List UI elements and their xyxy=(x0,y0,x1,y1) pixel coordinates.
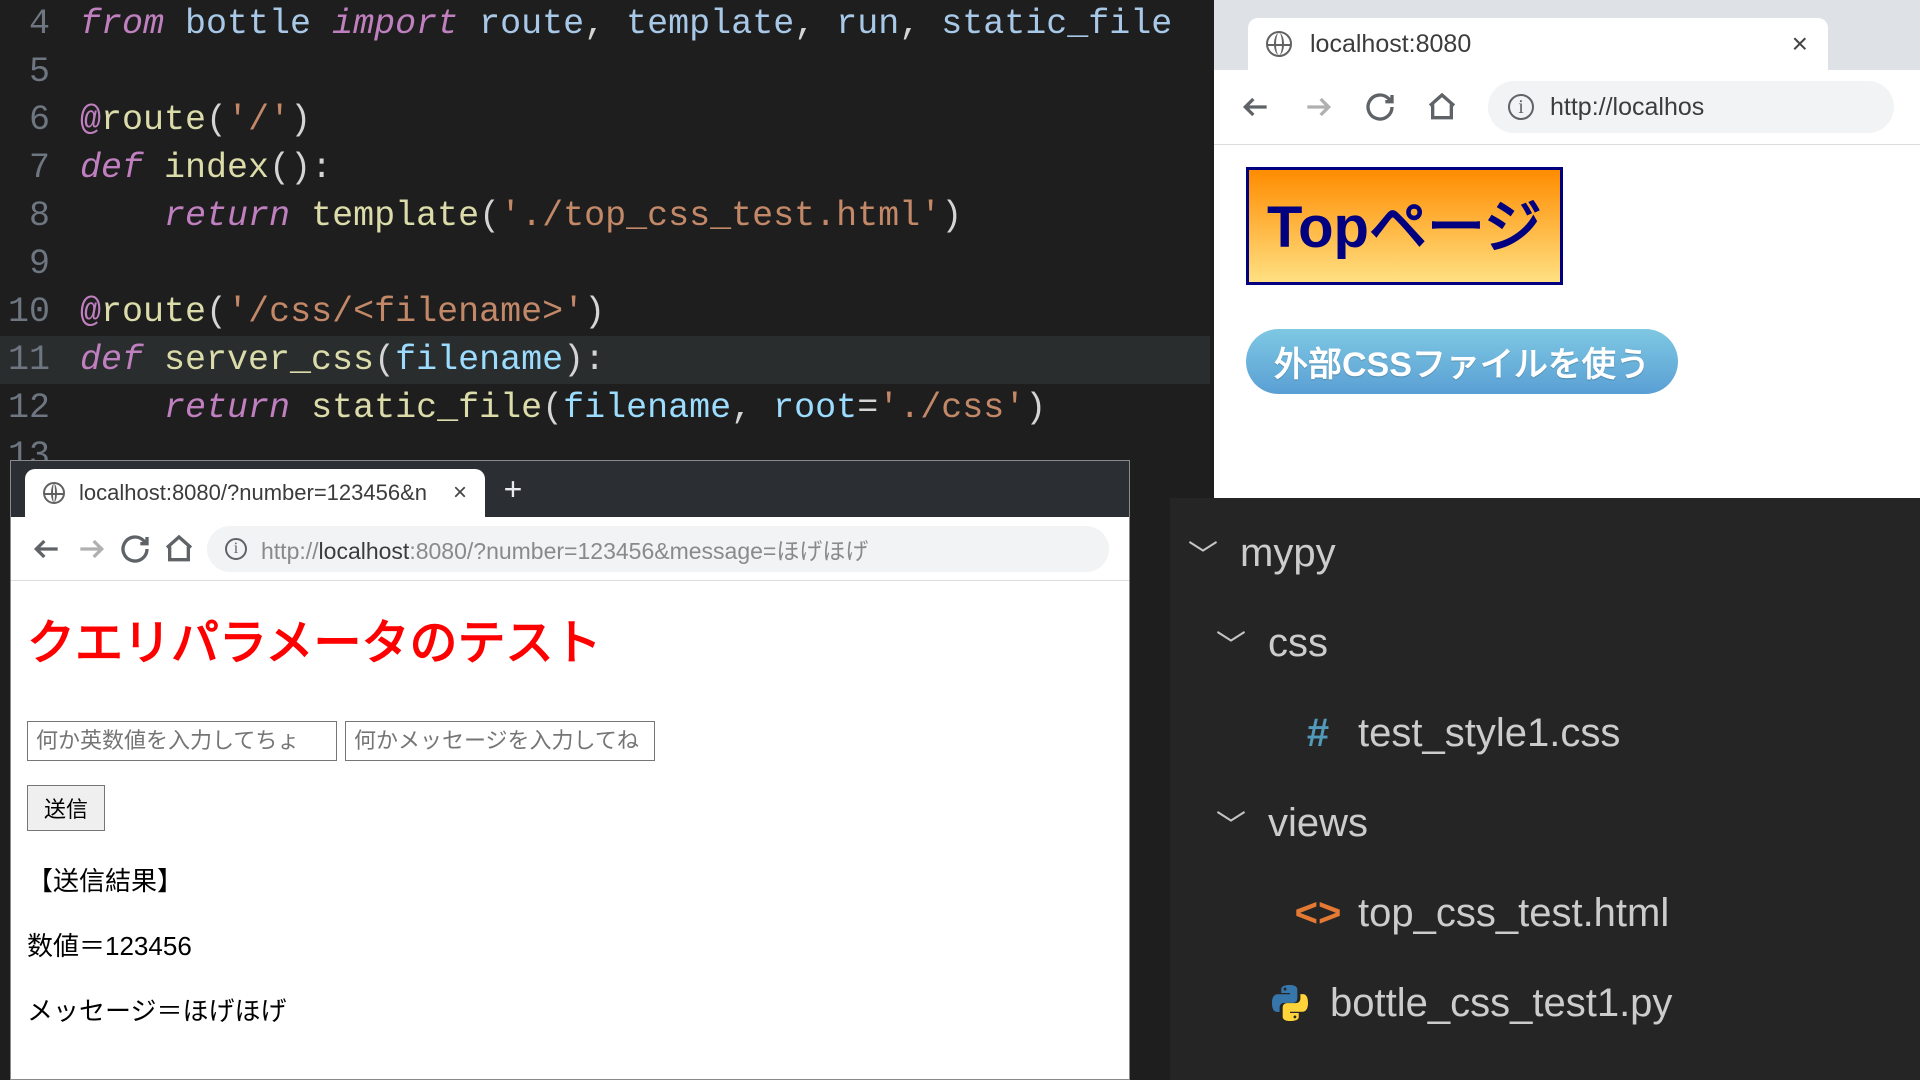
line-number: 5 xyxy=(0,48,80,96)
file-python[interactable]: bottle_css_test1.py xyxy=(1170,958,1920,1048)
info-icon: i xyxy=(225,538,247,560)
new-tab-button[interactable]: + xyxy=(485,471,541,508)
folder-root[interactable]: ﹀ mypy xyxy=(1170,508,1920,598)
line-number: 9 xyxy=(0,240,80,288)
browser-form-window: localhost:8080/?number=123456&n × + i ht… xyxy=(10,460,1130,1080)
code-line[interactable]: 12 return static_file(filename, root='./… xyxy=(0,384,1210,432)
pill-link[interactable]: 外部CSSファイルを使う xyxy=(1246,329,1678,394)
code-line[interactable]: 6@route('/') xyxy=(0,96,1210,144)
result-number: 数値＝123456 xyxy=(27,926,1113,963)
page-heading: クエリパラメータのテスト xyxy=(27,603,1113,673)
file-label: test_style1.css xyxy=(1358,711,1620,756)
code-line[interactable]: 5 xyxy=(0,48,1210,96)
chevron-down-icon: ﹀ xyxy=(1188,531,1222,575)
file-label: top_css_test.html xyxy=(1358,891,1669,936)
code-line[interactable]: 9 xyxy=(0,240,1210,288)
forward-icon[interactable] xyxy=(1302,91,1334,123)
browser-page-content: Topページ 外部CSSファイルを使う xyxy=(1214,145,1920,416)
globe-icon xyxy=(43,482,65,504)
line-number: 8 xyxy=(0,192,80,240)
browser-toolbar: i http://localhost:8080/?number=123456&m… xyxy=(11,517,1129,581)
code-text: def server_css(filename): xyxy=(80,336,605,384)
folder-label: mypy xyxy=(1240,531,1336,576)
url-text: http://localhost:8080/?number=123456&mes… xyxy=(261,532,868,566)
forward-icon[interactable] xyxy=(75,533,99,565)
code-text: from bottle import route, template, run,… xyxy=(80,0,1172,48)
code-text: @route('/css/<filename>') xyxy=(80,288,605,336)
browser-tab[interactable]: localhost:8080 × xyxy=(1248,18,1828,70)
url-text: http://localhos xyxy=(1550,93,1704,122)
back-icon[interactable] xyxy=(1240,91,1272,123)
line-number: 12 xyxy=(0,384,80,432)
address-bar[interactable]: i http://localhos xyxy=(1488,81,1894,133)
line-number: 7 xyxy=(0,144,80,192)
reload-icon[interactable] xyxy=(1364,91,1396,123)
tab-title: localhost:8080 xyxy=(1310,30,1774,59)
browser-toolbar: i http://localhos xyxy=(1214,70,1920,145)
python-icon xyxy=(1268,985,1312,1021)
back-icon[interactable] xyxy=(31,533,55,565)
line-number: 10 xyxy=(0,288,80,336)
submit-button[interactable]: 送信 xyxy=(27,785,105,831)
code-text: @route('/') xyxy=(80,96,311,144)
code-text: return template('./top_css_test.html') xyxy=(80,192,962,240)
code-editor[interactable]: 4from bottle import route, template, run… xyxy=(0,0,1210,463)
message-input[interactable] xyxy=(345,721,655,761)
browser-tab[interactable]: localhost:8080/?number=123456&n × xyxy=(25,469,485,517)
tab-title: localhost:8080/?number=123456&n xyxy=(79,480,439,506)
file-explorer[interactable]: ﹀ mypy ﹀ css # test_style1.css ﹀ views <… xyxy=(1170,498,1920,1080)
code-text: return static_file(filename, root='./css… xyxy=(80,384,1046,432)
browser-tab-bar: localhost:8080/?number=123456&n × + xyxy=(11,461,1129,517)
hash-icon: # xyxy=(1296,711,1340,756)
home-icon[interactable] xyxy=(1426,91,1458,123)
browser-top-window: localhost:8080 × i http://localhos Topペー… xyxy=(1214,0,1920,498)
line-number: 11 xyxy=(0,336,80,384)
number-input[interactable] xyxy=(27,721,337,761)
home-icon[interactable] xyxy=(163,533,187,565)
close-icon[interactable]: × xyxy=(453,479,467,507)
code-text: def index(): xyxy=(80,144,332,192)
folder-label: views xyxy=(1268,801,1368,846)
line-number: 6 xyxy=(0,96,80,144)
address-bar[interactable]: i http://localhost:8080/?number=123456&m… xyxy=(207,526,1109,572)
close-icon[interactable]: × xyxy=(1792,28,1808,60)
file-css[interactable]: # test_style1.css xyxy=(1170,688,1920,778)
reload-icon[interactable] xyxy=(119,533,143,565)
chevron-down-icon: ﹀ xyxy=(1216,801,1250,845)
page-heading: Topページ xyxy=(1246,167,1563,285)
line-number: 4 xyxy=(0,0,80,48)
folder-css[interactable]: ﹀ css xyxy=(1170,598,1920,688)
result-section: 【送信結果】 数値＝123456 メッセージ＝ほげほげ xyxy=(27,861,1113,1028)
code-icon: <> xyxy=(1296,891,1340,936)
globe-icon xyxy=(1266,31,1292,57)
code-line[interactable]: 8 return template('./top_css_test.html') xyxy=(0,192,1210,240)
code-line[interactable]: 7def index(): xyxy=(0,144,1210,192)
folder-views[interactable]: ﹀ views xyxy=(1170,778,1920,868)
result-heading: 【送信結果】 xyxy=(27,861,1113,898)
result-message: メッセージ＝ほげほげ xyxy=(27,991,1113,1028)
code-line[interactable]: 10@route('/css/<filename>') xyxy=(0,288,1210,336)
code-line[interactable]: 11def server_css(filename): xyxy=(0,336,1210,384)
file-html[interactable]: <> top_css_test.html xyxy=(1170,868,1920,958)
browser-tab-bar: localhost:8080 × xyxy=(1214,0,1920,70)
chevron-down-icon: ﹀ xyxy=(1216,621,1250,665)
browser-page-content: クエリパラメータのテスト 送信 【送信結果】 数値＝123456 メッセージ＝ほ… xyxy=(11,581,1129,1078)
code-line[interactable]: 4from bottle import route, template, run… xyxy=(0,0,1210,48)
info-icon: i xyxy=(1508,94,1534,120)
folder-label: css xyxy=(1268,621,1328,666)
file-label: bottle_css_test1.py xyxy=(1330,981,1672,1026)
